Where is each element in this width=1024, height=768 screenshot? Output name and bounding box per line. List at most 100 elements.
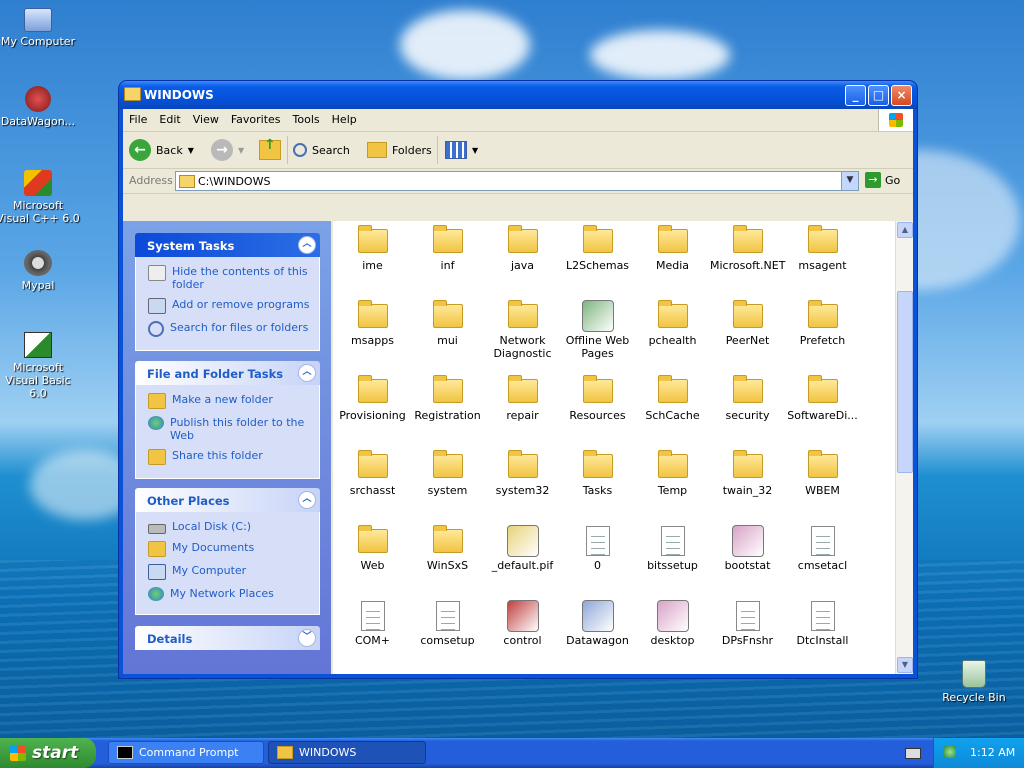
go-button[interactable]: → Go <box>865 172 900 188</box>
vertical-scrollbar[interactable]: ▲ ▼ <box>895 221 913 674</box>
address-input[interactable]: C:\WINDOWS ▼ <box>175 171 859 191</box>
views-button[interactable]: ▼ <box>445 138 478 162</box>
folder-item[interactable]: msagent <box>785 221 860 272</box>
scroll-up-button[interactable]: ▲ <box>897 222 913 238</box>
file-item[interactable] <box>335 671 410 674</box>
task-make-new-folder[interactable]: Make a new folder <box>148 393 313 409</box>
file-item[interactable]: DtcInstall <box>785 596 860 647</box>
panel-header[interactable]: Details ﹀ <box>135 626 320 650</box>
folder-item[interactable]: Web <box>335 521 410 572</box>
desktop-icon-recycle-bin[interactable]: Recycle Bin <box>932 660 1016 704</box>
file-item[interactable]: COM+ <box>335 596 410 647</box>
scroll-thumb[interactable] <box>897 291 913 473</box>
taskbar-button-windows[interactable]: WINDOWS <box>268 741 426 764</box>
chevron-down-icon[interactable]: ﹀ <box>298 629 316 647</box>
keyboard-icon[interactable] <box>905 748 921 759</box>
folder-item[interactable]: twain_32 <box>710 446 785 497</box>
chevron-up-icon[interactable]: ︿ <box>298 491 316 509</box>
panel-header[interactable]: System Tasks ︿ <box>135 233 320 257</box>
folders-button[interactable]: Folders <box>367 138 432 162</box>
place-my-network-places[interactable]: My Network Places <box>148 587 313 601</box>
file-item[interactable]: DPsFnshr <box>710 596 785 647</box>
close-button[interactable]: × <box>891 85 912 106</box>
file-item[interactable]: _default.pif <box>485 521 560 572</box>
panel-header[interactable]: File and Folder Tasks ︿ <box>135 361 320 385</box>
folder-item[interactable]: repair <box>485 371 560 422</box>
folder-item[interactable]: ime <box>335 221 410 272</box>
minimize-button[interactable]: _ <box>845 85 866 106</box>
folder-item[interactable]: pchealth <box>635 296 710 347</box>
task-hide-contents[interactable]: Hide the contents of this folder <box>148 265 313 291</box>
address-dropdown-button[interactable]: ▼ <box>841 172 858 190</box>
folder-item[interactable]: Registration <box>410 371 485 422</box>
folder-item[interactable]: Media <box>635 221 710 272</box>
folder-item[interactable]: java <box>485 221 560 272</box>
menu-edit[interactable]: Edit <box>153 109 186 126</box>
desktop-icon-datawagon[interactable]: DataWagon... <box>0 86 80 128</box>
file-item[interactable] <box>785 671 860 674</box>
folder-item[interactable]: Network Diagnostic <box>485 296 560 360</box>
folder-item[interactable]: Prefetch <box>785 296 860 347</box>
menu-file[interactable]: File <box>123 109 153 126</box>
file-item[interactable]: bootstat <box>710 521 785 572</box>
menu-help[interactable]: Help <box>326 109 363 126</box>
file-item[interactable] <box>710 671 785 674</box>
folder-item[interactable]: security <box>710 371 785 422</box>
desktop-icon-mypal[interactable]: Mypal <box>0 250 80 292</box>
file-item[interactable]: 0 <box>560 521 635 572</box>
folder-item[interactable]: Provisioning <box>335 371 410 422</box>
panel-header[interactable]: Other Places ︿ <box>135 488 320 512</box>
file-item[interactable] <box>635 671 710 674</box>
maximize-button[interactable]: □ <box>868 85 889 106</box>
task-share-folder[interactable]: Share this folder <box>148 449 313 465</box>
task-add-remove-programs[interactable]: Add or remove programs <box>148 298 313 314</box>
folder-item[interactable]: inf <box>410 221 485 272</box>
desktop-icon-visual-cpp[interactable]: Microsoft Visual C++ 6.0 <box>0 170 80 225</box>
folder-item[interactable]: WBEM <box>785 446 860 497</box>
folder-item[interactable]: PeerNet <box>710 296 785 347</box>
taskbar-button-command-prompt[interactable]: Command Prompt <box>108 741 264 764</box>
folder-item[interactable]: system <box>410 446 485 497</box>
file-item[interactable]: cmsetacl <box>785 521 860 572</box>
search-button[interactable]: Search <box>293 138 350 162</box>
task-search-files[interactable]: Search for files or folders <box>148 321 313 337</box>
up-folder-button[interactable]: ↑ <box>259 137 281 162</box>
folder-item[interactable]: L2Schemas <box>560 221 635 272</box>
scroll-down-button[interactable]: ▼ <box>897 657 913 673</box>
place-my-computer[interactable]: My Computer <box>148 564 313 580</box>
folder-item[interactable]: SoftwareDi... <box>785 371 860 422</box>
menu-view[interactable]: View <box>187 109 225 126</box>
clock[interactable]: 1:12 AM <box>970 746 1015 759</box>
folder-item[interactable]: SchCache <box>635 371 710 422</box>
task-publish-web[interactable]: Publish this folder to the Web <box>148 416 313 442</box>
folder-item[interactable]: mui <box>410 296 485 347</box>
folder-item[interactable]: srchasst <box>335 446 410 497</box>
file-item[interactable]: bitssetup <box>635 521 710 572</box>
folder-item[interactable]: Microsoft.NET <box>710 221 785 272</box>
place-my-documents[interactable]: My Documents <box>148 541 313 557</box>
chevron-up-icon[interactable]: ︿ <box>298 236 316 254</box>
folder-item[interactable]: Temp <box>635 446 710 497</box>
desktop-icon-visual-basic[interactable]: Microsoft Visual Basic 6.0 <box>0 332 80 400</box>
window-titlebar[interactable]: WINDOWS _ □ × <box>119 81 917 109</box>
folder-item[interactable]: Tasks <box>560 446 635 497</box>
file-item[interactable]: comsetup <box>410 596 485 647</box>
file-item[interactable] <box>560 671 635 674</box>
file-item[interactable]: Datawagon <box>560 596 635 647</box>
chevron-down-icon[interactable]: ▼ <box>188 146 194 155</box>
file-item[interactable] <box>410 671 485 674</box>
file-item[interactable]: Offline Web Pages <box>560 296 635 360</box>
back-button[interactable]: ← Back ▼ <box>129 138 194 162</box>
file-item[interactable]: control <box>485 596 560 647</box>
chevron-up-icon[interactable]: ︿ <box>298 364 316 382</box>
place-local-disk[interactable]: Local Disk (C:) <box>148 520 313 534</box>
folder-item[interactable]: system32 <box>485 446 560 497</box>
forward-button[interactable]: → ▼ <box>211 138 244 162</box>
menu-tools[interactable]: Tools <box>287 109 326 126</box>
folder-item[interactable]: Resources <box>560 371 635 422</box>
menu-favorites[interactable]: Favorites <box>225 109 287 126</box>
folder-item[interactable]: msapps <box>335 296 410 347</box>
network-tray-icon[interactable] <box>944 746 956 758</box>
start-button[interactable]: start <box>0 738 96 768</box>
folder-item[interactable]: WinSxS <box>410 521 485 572</box>
